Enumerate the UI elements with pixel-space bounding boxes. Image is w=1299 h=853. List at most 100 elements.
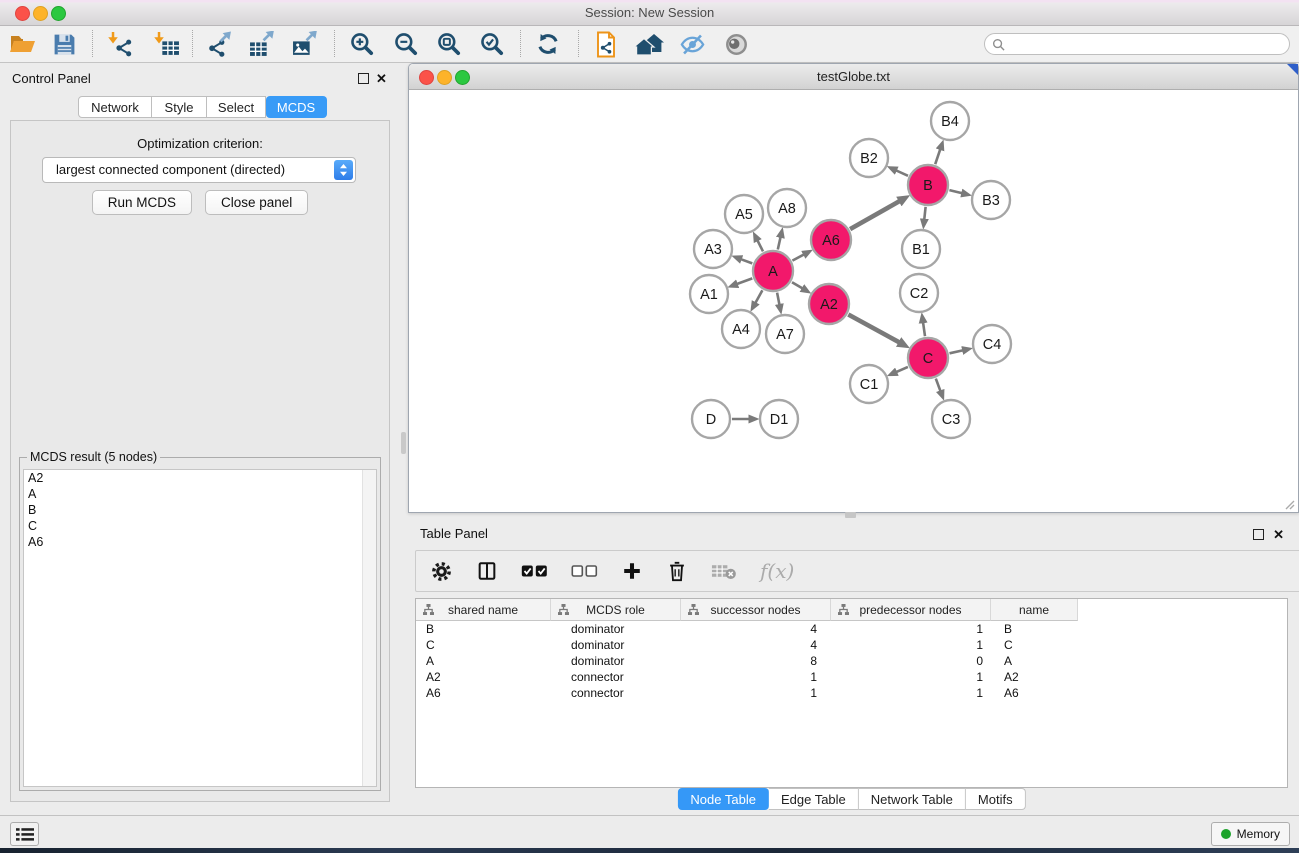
graph-edge-C-C3[interactable] xyxy=(936,379,941,391)
cell-name[interactable]: B xyxy=(991,621,1078,637)
graph-edge-A-A8[interactable] xyxy=(778,237,781,249)
cell-successor-nodes[interactable]: 1 xyxy=(681,669,831,685)
graph-edge-A-A7[interactable] xyxy=(777,293,779,305)
cell-MCDS-role[interactable]: dominator xyxy=(551,653,681,669)
graph-edge-A-A6[interactable] xyxy=(792,255,803,261)
float-table-panel-icon[interactable] xyxy=(1253,529,1264,540)
table-row[interactable]: A6connector11A6 xyxy=(416,685,1287,701)
delete-table-button[interactable] xyxy=(711,561,737,581)
search-input[interactable] xyxy=(1010,35,1289,53)
network-from-file-button[interactable] xyxy=(590,29,622,59)
show-details-button[interactable] xyxy=(720,29,752,59)
function-builder-button[interactable]: f(x) xyxy=(760,559,794,583)
zoom-in-button[interactable] xyxy=(346,29,378,59)
refresh-button[interactable] xyxy=(532,29,564,59)
add-column-button[interactable] xyxy=(621,560,643,582)
tab-motifs[interactable]: Motifs xyxy=(966,788,1026,810)
cell-shared-name[interactable]: A2 xyxy=(416,669,551,685)
zoom-selected-button[interactable] xyxy=(476,29,508,59)
graph-edge-A2-C[interactable] xyxy=(848,315,899,343)
home-button[interactable] xyxy=(632,29,668,59)
delete-column-button[interactable] xyxy=(666,560,688,583)
result-item[interactable]: C xyxy=(24,518,376,534)
table-row[interactable]: Cdominator41C xyxy=(416,637,1287,653)
mcds-result-list[interactable]: A2ABCA6 xyxy=(23,469,377,787)
cell-shared-name[interactable]: B xyxy=(416,621,551,637)
show-columns-button[interactable] xyxy=(476,560,498,582)
cell-name[interactable]: A6 xyxy=(991,685,1078,701)
zoom-out-button[interactable] xyxy=(390,29,422,59)
table-row[interactable]: A2connector11A2 xyxy=(416,669,1287,685)
cell-successor-nodes[interactable]: 4 xyxy=(681,637,831,653)
cell-successor-nodes[interactable]: 4 xyxy=(681,621,831,637)
cell-MCDS-role[interactable]: dominator xyxy=(551,621,681,637)
tab-node-table[interactable]: Node Table xyxy=(677,788,769,810)
task-history-button[interactable] xyxy=(10,822,39,846)
export-image-button[interactable] xyxy=(289,29,321,59)
cell-shared-name[interactable]: A xyxy=(416,653,551,669)
cell-predecessor-nodes[interactable]: 1 xyxy=(831,669,991,685)
import-table-button[interactable] xyxy=(150,29,182,59)
float-panel-icon[interactable] xyxy=(358,73,369,84)
graph-edge-A-A4[interactable] xyxy=(756,290,763,302)
table-row[interactable]: Adominator80A xyxy=(416,653,1287,669)
deselect-all-button[interactable] xyxy=(571,564,598,578)
cell-successor-nodes[interactable]: 8 xyxy=(681,653,831,669)
graph-edge-B-B1[interactable] xyxy=(924,207,925,219)
node-table[interactable]: shared nameMCDS rolesuccessor nodesprede… xyxy=(415,598,1288,788)
column-header-MCDS-role[interactable]: MCDS role xyxy=(551,599,681,621)
result-item[interactable]: A6 xyxy=(24,534,376,550)
memory-button[interactable]: Memory xyxy=(1211,822,1290,846)
export-network-button[interactable] xyxy=(203,29,235,59)
table-settings-button[interactable] xyxy=(430,560,453,583)
cell-predecessor-nodes[interactable]: 1 xyxy=(831,637,991,653)
column-header-shared-name[interactable]: shared name xyxy=(416,599,551,621)
cell-predecessor-nodes[interactable]: 1 xyxy=(831,621,991,637)
vertical-splitter-handle[interactable] xyxy=(401,432,406,454)
network-canvas[interactable]: B4B2BB3A8A5A6A3B1AC2A1A2A4A7C4CC1C3DD1 xyxy=(409,90,1296,511)
network-window-titlebar[interactable]: testGlobe.txt xyxy=(409,64,1298,90)
cell-MCDS-role[interactable]: connector xyxy=(551,685,681,701)
resize-grip-icon[interactable] xyxy=(1283,498,1295,510)
cell-name[interactable]: C xyxy=(991,637,1078,653)
tab-style[interactable]: Style xyxy=(152,96,207,118)
graph-edge-B-B2[interactable] xyxy=(896,171,908,176)
tab-edge-table[interactable]: Edge Table xyxy=(769,788,859,810)
import-network-button[interactable] xyxy=(104,29,136,59)
cell-predecessor-nodes[interactable]: 1 xyxy=(831,685,991,701)
cell-predecessor-nodes[interactable]: 0 xyxy=(831,653,991,669)
column-header-successor-nodes[interactable]: successor nodes xyxy=(681,599,831,621)
cell-MCDS-role[interactable]: dominator xyxy=(551,637,681,653)
column-header-predecessor-nodes[interactable]: predecessor nodes xyxy=(831,599,991,621)
graph-edge-A-A1[interactable] xyxy=(737,278,752,284)
graph-edge-C-C4[interactable] xyxy=(950,350,963,353)
tab-network-table[interactable]: Network Table xyxy=(859,788,966,810)
graph-edge-A6-B[interactable] xyxy=(850,201,899,229)
table-row[interactable]: Bdominator41B xyxy=(416,621,1287,637)
open-session-button[interactable] xyxy=(7,29,39,59)
cell-shared-name[interactable]: A6 xyxy=(416,685,551,701)
select-all-button[interactable] xyxy=(521,564,548,578)
cell-shared-name[interactable]: C xyxy=(416,637,551,653)
graph-edge-A-A2[interactable] xyxy=(792,282,802,288)
graph-edge-C-C2[interactable] xyxy=(923,323,925,337)
graph-edge-B-B4[interactable] xyxy=(935,149,940,164)
cell-name[interactable]: A xyxy=(991,653,1078,669)
result-item[interactable]: A2 xyxy=(24,470,376,486)
maximize-corner-icon[interactable] xyxy=(1287,64,1298,75)
cell-successor-nodes[interactable]: 1 xyxy=(681,685,831,701)
close-table-panel-icon[interactable]: ✕ xyxy=(1273,528,1284,541)
result-scrollbar[interactable] xyxy=(362,470,376,786)
result-item[interactable]: B xyxy=(24,502,376,518)
column-header-name[interactable]: name xyxy=(991,599,1078,621)
criterion-dropdown[interactable]: largest connected component (directed) xyxy=(42,157,356,183)
tab-mcds[interactable]: MCDS xyxy=(266,96,327,118)
cell-MCDS-role[interactable]: connector xyxy=(551,669,681,685)
hide-details-button[interactable] xyxy=(676,29,708,59)
result-item[interactable]: A xyxy=(24,486,376,502)
zoom-fit-button[interactable] xyxy=(433,29,465,59)
graph-edge-B-B3[interactable] xyxy=(949,190,961,193)
tab-network[interactable]: Network xyxy=(78,96,152,118)
search-field[interactable] xyxy=(984,33,1290,55)
export-table-button[interactable] xyxy=(246,29,278,59)
